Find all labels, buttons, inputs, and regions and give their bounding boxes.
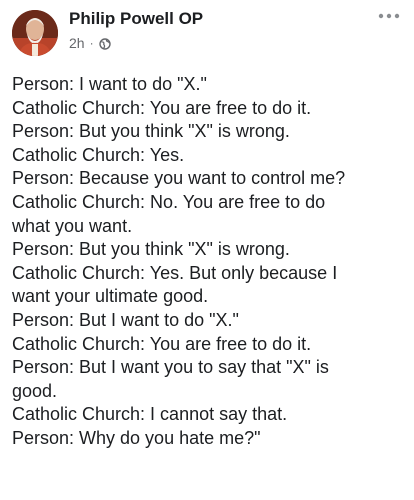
post-text-line: Person: But I want you to say that "X" i… xyxy=(12,357,329,378)
more-horizontal-icon xyxy=(378,13,400,19)
post-text-line: Catholic Church: Yes. But only because I xyxy=(12,262,338,283)
post-text-line: what you want. xyxy=(12,215,133,236)
post-text-line: Catholic Church: You are free to do it. xyxy=(12,333,312,354)
post-text-line: Person: But you think "X" is wrong. xyxy=(12,121,290,142)
post-text-line: Person: Because you want to control me? xyxy=(12,168,346,189)
post-timestamp[interactable]: 2h xyxy=(69,35,85,51)
post-meta: 2h · xyxy=(69,35,111,51)
post-text-line: Catholic Church: No. You are free to do xyxy=(12,191,326,212)
post-text-line: Person: I want to do "X." xyxy=(12,74,207,94)
post-text-line: Catholic Church: I cannot say that. xyxy=(12,404,288,425)
post-text-line: Catholic Church: Yes. xyxy=(12,144,185,165)
meta-separator: · xyxy=(89,36,94,50)
post-text-line: Person: But you think "X" is wrong. xyxy=(12,239,290,260)
author-name[interactable]: Philip Powell OP xyxy=(69,9,203,29)
post-text-line: Person: Why do you hate me?" xyxy=(12,427,261,448)
post-text-line: Person: But I want to do "X." xyxy=(12,309,239,330)
more-options-button[interactable] xyxy=(374,6,404,26)
avatar[interactable] xyxy=(12,10,58,56)
post-body: Person: I want to do "X." Catholic Churc… xyxy=(12,73,408,451)
post-text-line: good. xyxy=(12,380,58,401)
globe-icon[interactable] xyxy=(98,37,111,50)
avatar-portrait-icon xyxy=(12,10,58,56)
post-text-line: Catholic Church: You are free to do it. xyxy=(12,97,312,118)
post-text-line: want your ultimate good. xyxy=(12,286,209,307)
post-header: Philip Powell OP 2h · xyxy=(0,0,414,62)
